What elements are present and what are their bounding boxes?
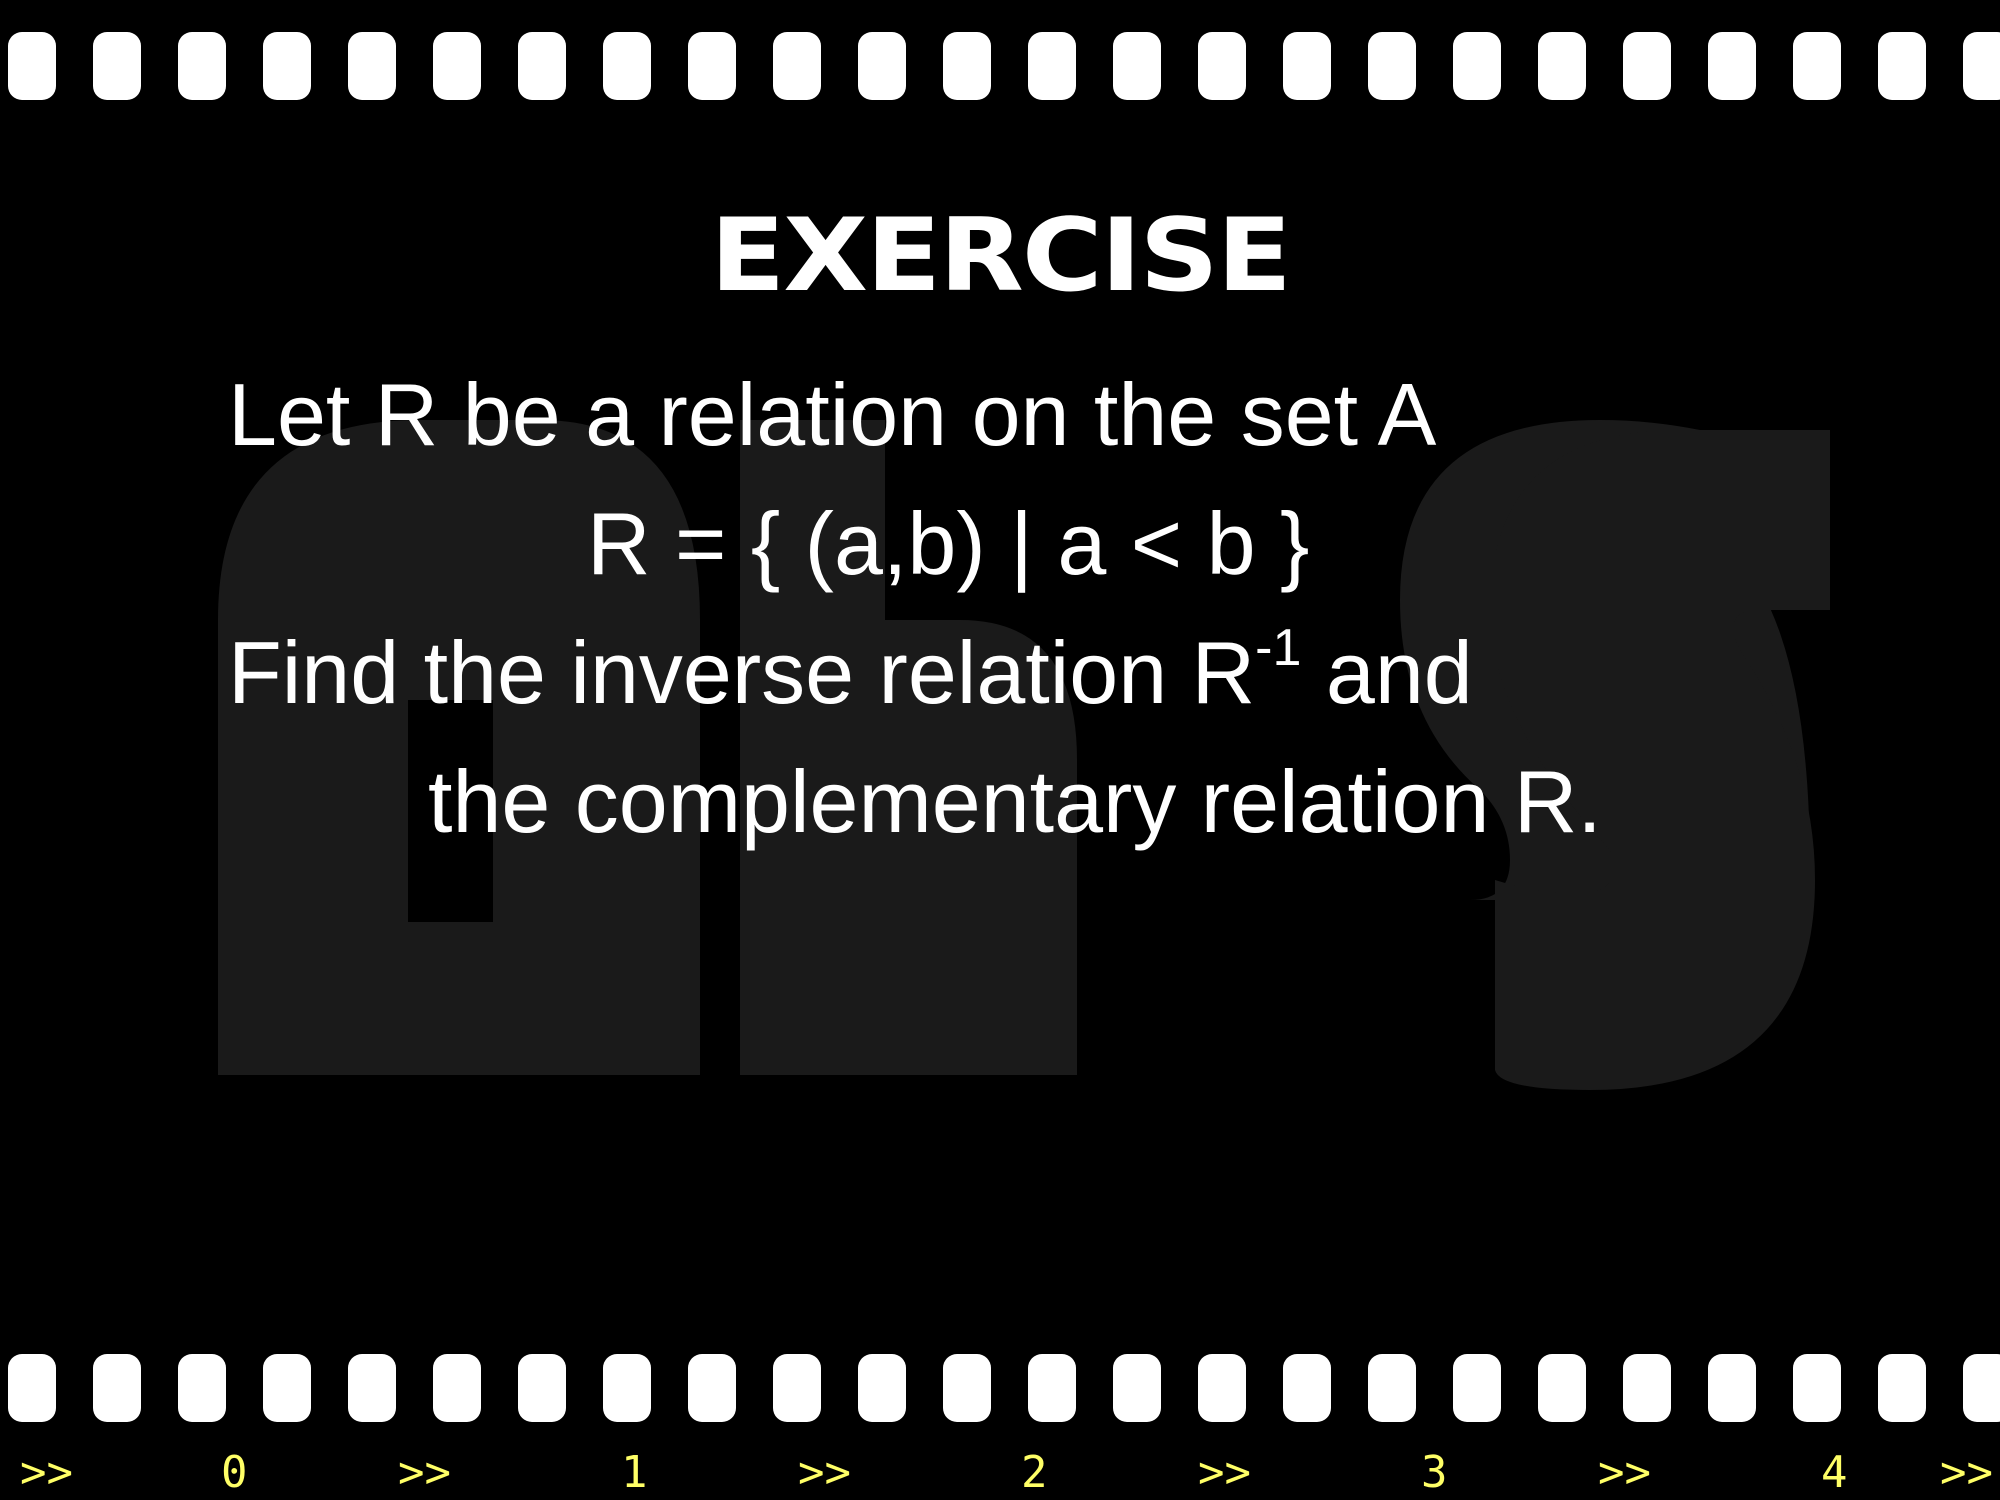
sprocket-hole	[1708, 1354, 1756, 1422]
slide-title: EXERCISE	[710, 196, 1292, 314]
sprocket-hole	[773, 32, 821, 100]
sprocket-hole	[1113, 32, 1161, 100]
sprocket-hole	[348, 32, 396, 100]
counter-number: 0	[221, 1447, 248, 1498]
counter-number: 2	[1021, 1447, 1048, 1498]
sprocket-hole	[1283, 1354, 1331, 1422]
sprocket-hole	[1623, 1354, 1671, 1422]
sprocket-hole	[433, 1354, 481, 1422]
film-sprockets-top	[0, 32, 2000, 100]
sprocket-hole	[518, 1354, 566, 1422]
sprocket-hole	[1198, 1354, 1246, 1422]
film-sprockets-bottom	[0, 1354, 2000, 1422]
sprocket-hole	[1708, 32, 1756, 100]
counter-arrow: >>	[1940, 1447, 1993, 1498]
sprocket-hole	[1453, 32, 1501, 100]
sprocket-hole	[348, 1354, 396, 1422]
sprocket-hole	[773, 1354, 821, 1422]
sprocket-hole	[1538, 32, 1586, 100]
sprocket-hole	[943, 1354, 991, 1422]
body-line-3: Find the inverse relation R-1 and	[228, 622, 1473, 723]
sprocket-hole	[93, 1354, 141, 1422]
sprocket-hole	[8, 1354, 56, 1422]
inverse-superscript: -1	[1255, 619, 1302, 677]
body-line-4: the complementary relation R.	[428, 752, 1602, 851]
body-line-3-text: Find the inverse relation R	[228, 623, 1256, 722]
sprocket-hole	[858, 1354, 906, 1422]
sprocket-hole	[1113, 1354, 1161, 1422]
sprocket-hole	[1368, 1354, 1416, 1422]
sprocket-hole	[433, 32, 481, 100]
sprocket-hole	[178, 32, 226, 100]
counter-arrow: >>	[1198, 1447, 1251, 1498]
slide: EXERCISE Let R be a relation on the set …	[0, 0, 2000, 1500]
sprocket-hole	[1028, 32, 1076, 100]
sprocket-hole	[603, 32, 651, 100]
counter-number: 4	[1821, 1447, 1848, 1498]
sprocket-hole	[688, 1354, 736, 1422]
sprocket-hole	[1283, 32, 1331, 100]
sprocket-hole	[8, 32, 56, 100]
sprocket-hole	[1963, 32, 2000, 100]
counter-number: 1	[621, 1447, 648, 1498]
counter-number: 3	[1421, 1447, 1448, 1498]
sprocket-hole	[263, 1354, 311, 1422]
counter-arrow: >>	[398, 1447, 451, 1498]
counter-arrow: >>	[798, 1447, 851, 1498]
sprocket-hole	[1538, 1354, 1586, 1422]
sprocket-hole	[1793, 32, 1841, 100]
sprocket-hole	[603, 1354, 651, 1422]
sprocket-hole	[1028, 1354, 1076, 1422]
sprocket-hole	[518, 32, 566, 100]
sprocket-hole	[858, 32, 906, 100]
relation-definition: R = { (a,b) | a < b }	[587, 494, 1310, 593]
sprocket-hole	[1878, 32, 1926, 100]
sprocket-hole	[178, 1354, 226, 1422]
sprocket-hole	[263, 32, 311, 100]
sprocket-hole	[1198, 32, 1246, 100]
sprocket-hole	[93, 32, 141, 100]
sprocket-hole	[1453, 1354, 1501, 1422]
body-line-3-tail: and	[1301, 623, 1473, 722]
sprocket-hole	[1793, 1354, 1841, 1422]
sprocket-hole	[943, 32, 991, 100]
sprocket-hole	[688, 32, 736, 100]
sprocket-hole	[1878, 1354, 1926, 1422]
sprocket-hole	[1623, 32, 1671, 100]
counter-arrow: >>	[1598, 1447, 1651, 1498]
film-edge-counter: >> 0 >> 1 >> 2 >> 3 >> 4 >>	[0, 1448, 2000, 1498]
sprocket-hole	[1963, 1354, 2000, 1422]
counter-arrow: >>	[20, 1447, 73, 1498]
sprocket-hole	[1368, 32, 1416, 100]
body-line-1: Let R be a relation on the set A	[228, 365, 1437, 464]
